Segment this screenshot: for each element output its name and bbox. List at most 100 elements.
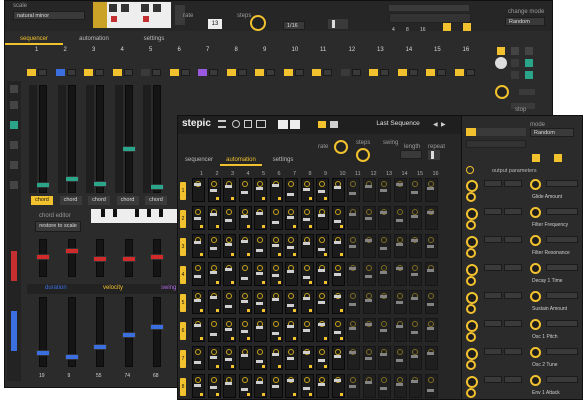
channel-amount-knob[interactable] bbox=[466, 332, 476, 342]
automation-step[interactable] bbox=[207, 178, 221, 202]
step-knob[interactable] bbox=[226, 209, 232, 215]
step-slider-thumb[interactable] bbox=[318, 269, 325, 272]
track-mute-button[interactable] bbox=[323, 69, 332, 76]
step-slider-thumb[interactable] bbox=[411, 273, 418, 276]
channel-source-field[interactable] bbox=[546, 292, 578, 299]
automation-step[interactable] bbox=[331, 262, 345, 286]
lane-number-button[interactable]: 3 bbox=[180, 238, 186, 256]
automation-step[interactable] bbox=[316, 290, 329, 314]
step-knob[interactable] bbox=[226, 321, 232, 327]
grid-small-1[interactable]: 4 bbox=[392, 27, 395, 33]
automation-step[interactable] bbox=[393, 374, 407, 398]
track-mute-button[interactable] bbox=[437, 69, 446, 76]
undo-icon[interactable] bbox=[278, 120, 288, 129]
step-slider-thumb[interactable] bbox=[256, 212, 263, 215]
automation-step[interactable] bbox=[192, 178, 205, 202]
step-slider-thumb[interactable] bbox=[349, 385, 356, 388]
channel-knob[interactable] bbox=[466, 208, 478, 220]
step-knob[interactable] bbox=[241, 377, 248, 383]
step-slider-thumb[interactable] bbox=[411, 191, 418, 194]
step-slider-thumb[interactable] bbox=[380, 189, 387, 192]
automation-step[interactable] bbox=[409, 206, 422, 230]
track-enable-button[interactable] bbox=[369, 69, 378, 76]
channel-range-knob[interactable] bbox=[530, 179, 541, 190]
pitch-slider-thumb[interactable] bbox=[93, 181, 107, 187]
preset-name[interactable]: Last Sequence bbox=[358, 120, 438, 127]
track-mute-button[interactable] bbox=[38, 69, 47, 76]
automation-step[interactable] bbox=[192, 206, 205, 230]
step-knob[interactable] bbox=[195, 349, 201, 355]
step-knob[interactable] bbox=[272, 377, 279, 383]
step-slider-thumb[interactable] bbox=[380, 387, 387, 390]
pitch-slider-thumb[interactable] bbox=[121, 146, 136, 152]
step-slider-thumb[interactable] bbox=[302, 218, 310, 221]
automation-step[interactable] bbox=[316, 374, 329, 398]
tab-duration[interactable]: duration bbox=[45, 285, 67, 291]
step-slider-thumb[interactable] bbox=[333, 186, 341, 189]
automation-step[interactable] bbox=[192, 234, 205, 258]
step-slider-thumb[interactable] bbox=[426, 389, 434, 392]
track-mute-button[interactable] bbox=[152, 69, 161, 76]
automation-step[interactable] bbox=[409, 234, 422, 258]
restore-scale-button[interactable]: restore to scale bbox=[35, 221, 81, 232]
automation-step[interactable] bbox=[378, 346, 391, 370]
track-mute-button[interactable] bbox=[266, 69, 275, 76]
track-enable-button[interactable] bbox=[27, 69, 36, 76]
pitch-slider-track[interactable] bbox=[36, 85, 50, 193]
automation-step[interactable] bbox=[285, 234, 298, 258]
channel-amount-knob[interactable] bbox=[466, 304, 476, 314]
channel-source-field[interactable] bbox=[546, 208, 578, 215]
rate-dropdown[interactable]: 1/16 bbox=[283, 21, 305, 30]
step-slider-thumb[interactable] bbox=[256, 381, 263, 384]
channel-knob[interactable] bbox=[466, 180, 478, 192]
automation-step[interactable] bbox=[424, 178, 438, 202]
automation-step[interactable] bbox=[378, 290, 391, 314]
step-slider-thumb[interactable] bbox=[333, 379, 341, 382]
chord-button[interactable]: chord bbox=[116, 196, 139, 205]
track-mute-button[interactable] bbox=[123, 69, 133, 76]
step-slider-thumb[interactable] bbox=[225, 185, 232, 188]
step-knob[interactable] bbox=[350, 181, 356, 187]
automation-step[interactable] bbox=[362, 374, 376, 398]
step-slider-thumb[interactable] bbox=[271, 385, 279, 388]
track-enable-button[interactable] bbox=[141, 69, 150, 76]
step-slider-thumb[interactable] bbox=[364, 275, 372, 278]
step-knob[interactable] bbox=[334, 209, 341, 215]
step-slider-thumb[interactable] bbox=[426, 245, 434, 248]
automation-step[interactable] bbox=[424, 374, 438, 398]
tab-sequencer[interactable]: sequencer bbox=[5, 33, 63, 45]
step-slider-thumb[interactable] bbox=[395, 183, 403, 186]
automation-step[interactable] bbox=[393, 234, 407, 258]
scale-dropdown[interactable]: natural minor bbox=[13, 11, 85, 20]
pitch-slider-track[interactable] bbox=[150, 85, 164, 193]
octave-slider-thumb[interactable] bbox=[121, 256, 136, 262]
save-icon[interactable] bbox=[330, 121, 338, 128]
automation-step[interactable] bbox=[300, 374, 314, 398]
chord-editor-keys[interactable] bbox=[91, 209, 177, 223]
track-mute-button[interactable] bbox=[465, 69, 475, 76]
octave-slider-track[interactable] bbox=[121, 239, 136, 277]
step-slider-thumb[interactable] bbox=[240, 388, 248, 391]
automation-step[interactable] bbox=[285, 290, 298, 314]
automation-step[interactable] bbox=[269, 206, 283, 230]
automation-step[interactable] bbox=[254, 206, 267, 230]
step-slider-thumb[interactable] bbox=[271, 184, 279, 187]
mini-keyboard[interactable] bbox=[93, 2, 171, 28]
tab-automation[interactable]: automation bbox=[65, 33, 123, 45]
step-knob[interactable] bbox=[272, 265, 279, 271]
step-knob[interactable] bbox=[241, 321, 248, 327]
step-knob[interactable] bbox=[381, 181, 387, 187]
channel-max-field[interactable] bbox=[504, 180, 522, 187]
duration-slider-thumb[interactable] bbox=[93, 344, 107, 350]
step-knob[interactable] bbox=[350, 293, 356, 299]
step-slider-thumb[interactable] bbox=[194, 183, 201, 186]
channel-amount-knob[interactable] bbox=[466, 276, 476, 286]
step-slider-thumb[interactable] bbox=[364, 239, 372, 242]
automation-step[interactable] bbox=[254, 374, 267, 398]
automation-step[interactable] bbox=[254, 262, 267, 286]
step-slider-thumb[interactable] bbox=[256, 360, 263, 363]
step-knob[interactable] bbox=[288, 181, 294, 187]
duration-slider-track[interactable] bbox=[36, 297, 50, 367]
automation-step[interactable] bbox=[300, 346, 314, 370]
step-slider-thumb[interactable] bbox=[395, 325, 403, 328]
